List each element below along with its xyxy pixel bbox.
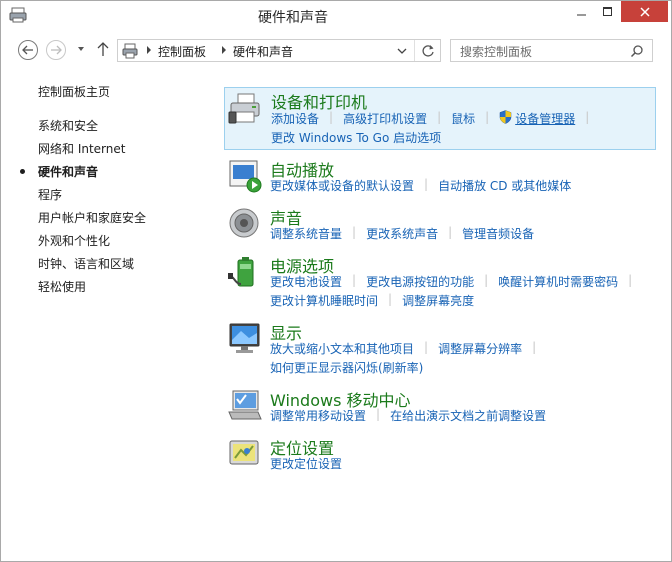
link-separator: | <box>329 110 334 124</box>
speaker-icon <box>229 208 259 238</box>
link-change-location-settings[interactable]: 更改定位设置 <box>270 455 342 472</box>
link-change-sleep-time[interactable]: 更改计算机睡眠时间 <box>270 292 378 309</box>
nav-ease-of-access[interactable]: 轻松使用 <box>38 278 86 295</box>
link-separator: | <box>352 225 357 239</box>
nav-appearance[interactable]: 外观和个性化 <box>38 232 110 249</box>
control-panel-icon <box>122 43 138 59</box>
link-adjust-mobility-settings[interactable]: 调整常用移动设置 <box>270 407 366 424</box>
category-power-options[interactable]: 电源选项 更改电池设置 | 更改电源按钮的功能 | 唤醒计算机时需要密码 | 更… <box>224 251 656 309</box>
link-power-button-function[interactable]: 更改电源按钮的功能 <box>366 273 474 290</box>
arrow-right-icon <box>51 45 62 55</box>
link-row: 如何更正显示器闪烁(刷新率) <box>270 359 423 376</box>
mobility-center-icon <box>228 390 262 420</box>
link-separator: | <box>437 110 442 124</box>
link-change-battery-settings[interactable]: 更改电池设置 <box>270 273 342 290</box>
search-icon[interactable] <box>630 44 644 58</box>
back-button[interactable] <box>18 40 38 60</box>
monitor-icon <box>229 323 260 353</box>
title-bar[interactable]: 硬件和声音 <box>1 1 671 31</box>
link-separator: | <box>628 273 633 287</box>
arrow-left-icon <box>22 45 33 55</box>
link-adjust-before-presentation[interactable]: 在给出演示文档之前调整设置 <box>390 407 546 424</box>
link-autoplay-cd[interactable]: 自动播放 CD 或其他媒体 <box>438 177 571 194</box>
link-change-system-sounds[interactable]: 更改系统声音 <box>366 225 438 242</box>
link-row: 调整系统音量 | 更改系统声音 | 管理音频设备 <box>270 225 534 242</box>
link-separator: | <box>485 110 490 124</box>
address-bar[interactable]: 控制面板 硬件和声音 <box>117 39 441 62</box>
left-navigation: 控制面板主页 系统和安全 网络和 Internet 硬件和声音 程序 用户帐户和… <box>1 67 211 557</box>
maximize-icon <box>603 6 612 16</box>
up-arrow-icon[interactable] <box>96 41 110 57</box>
breadcrumb-separator-icon[interactable] <box>220 45 228 55</box>
link-row: 更改 Windows To Go 启动选项 <box>271 129 441 146</box>
link-mouse[interactable]: 鼠标 <box>451 110 475 127</box>
nav-hardware-sound[interactable]: 硬件和声音 <box>38 163 98 180</box>
link-row: 更改媒体或设备的默认设置 | 自动播放 CD 或其他媒体 <box>270 177 571 194</box>
link-manage-audio-devices[interactable]: 管理音频设备 <box>462 225 534 242</box>
link-separator: | <box>388 292 393 306</box>
link-add-device[interactable]: 添加设备 <box>271 110 319 127</box>
link-adjust-resolution[interactable]: 调整屏幕分辨率 <box>438 340 522 357</box>
link-row: 更改定位设置 <box>270 455 342 472</box>
link-separator: | <box>532 340 537 354</box>
window-title: 硬件和声音 <box>258 10 328 26</box>
link-windows-to-go[interactable]: 更改 Windows To Go 启动选项 <box>271 129 441 146</box>
link-row: 添加设备 | 高级打印机设置 | 鼠标 | 设备管理器 | <box>271 110 599 127</box>
category-autoplay[interactable]: 自动播放 更改媒体或设备的默认设置 | 自动播放 CD 或其他媒体 <box>224 155 656 195</box>
link-separator: | <box>352 273 357 287</box>
link-advanced-printer-setup[interactable]: 高级打印机设置 <box>343 110 427 127</box>
link-row: 放大或缩小文本和其他项目 | 调整屏幕分辨率 | <box>270 340 546 357</box>
recent-locations-dropdown-icon[interactable] <box>75 43 87 55</box>
maximize-button[interactable] <box>595 1 621 22</box>
category-sound[interactable]: 声音 调整系统音量 | 更改系统声音 | 管理音频设备 <box>224 203 656 243</box>
link-device-manager[interactable]: 设备管理器 <box>515 110 575 127</box>
category-devices-printers[interactable]: 设备和打印机 添加设备 | 高级打印机设置 | 鼠标 | 设备管理器 | 更改 … <box>224 87 656 150</box>
link-row: 调整常用移动设置 | 在给出演示文档之前调整设置 <box>270 407 546 424</box>
nav-network-internet[interactable]: 网络和 Internet <box>38 140 125 157</box>
address-divider <box>414 40 415 61</box>
link-require-password-on-wake[interactable]: 唤醒计算机时需要密码 <box>498 273 618 290</box>
link-make-text-larger-smaller[interactable]: 放大或缩小文本和其他项目 <box>270 340 414 357</box>
minimize-button[interactable] <box>569 1 595 22</box>
breadcrumb-separator-icon[interactable] <box>145 45 153 55</box>
nav-programs[interactable]: 程序 <box>38 186 62 203</box>
link-separator: | <box>424 340 429 354</box>
link-row: 更改计算机睡眠时间 | 调整屏幕亮度 <box>270 292 474 309</box>
link-adjust-volume[interactable]: 调整系统音量 <box>270 225 342 242</box>
uac-shield-icon <box>499 110 512 124</box>
link-change-default-settings[interactable]: 更改媒体或设备的默认设置 <box>270 177 414 194</box>
search-box[interactable]: 搜索控制面板 <box>450 39 653 62</box>
refresh-icon[interactable] <box>420 43 436 59</box>
category-display[interactable]: 显示 放大或缩小文本和其他项目 | 调整屏幕分辨率 | 如何更正显示器闪烁(刷新… <box>224 318 656 376</box>
link-adjust-brightness[interactable]: 调整屏幕亮度 <box>402 292 474 309</box>
close-icon <box>639 6 650 17</box>
nav-system-security[interactable]: 系统和安全 <box>38 117 98 134</box>
control-panel-window: 硬件和声音 控制面板 硬件和声音 搜索控制面板 控制面板主页 系统和安全 网络和… <box>0 0 672 562</box>
nav-clock-language-region[interactable]: 时钟、语言和区域 <box>38 255 134 272</box>
autoplay-icon <box>229 160 262 193</box>
battery-icon <box>228 257 254 287</box>
link-separator: | <box>376 407 381 421</box>
nav-control-panel-home[interactable]: 控制面板主页 <box>38 83 110 100</box>
link-separator: | <box>585 110 590 124</box>
category-location-settings[interactable]: 定位设置 更改定位设置 <box>224 433 656 473</box>
navigation-bar: 控制面板 硬件和声音 搜索控制面板 <box>1 31 671 67</box>
nav-user-accounts[interactable]: 用户帐户和家庭安全 <box>38 209 146 226</box>
minimize-icon <box>577 14 586 15</box>
link-row: 更改电池设置 | 更改电源按钮的功能 | 唤醒计算机时需要密码 | <box>270 273 642 290</box>
link-fix-monitor-flicker[interactable]: 如何更正显示器闪烁(刷新率) <box>270 359 423 376</box>
breadcrumb-control-panel[interactable]: 控制面板 <box>158 43 206 60</box>
link-separator: | <box>448 225 453 239</box>
link-separator: | <box>484 273 489 287</box>
address-history-dropdown-icon[interactable] <box>396 46 408 56</box>
search-placeholder: 搜索控制面板 <box>460 45 533 59</box>
link-separator: | <box>424 177 429 191</box>
category-mobility-center[interactable]: Windows 移动中心 调整常用移动设置 | 在给出演示文档之前调整设置 <box>224 385 656 425</box>
breadcrumb-hardware-sound[interactable]: 硬件和声音 <box>233 43 293 60</box>
current-page-bullet <box>20 169 25 174</box>
forward-button[interactable] <box>46 40 66 60</box>
location-icon <box>229 440 259 465</box>
printer-icon <box>228 93 260 124</box>
close-button[interactable] <box>621 1 668 22</box>
